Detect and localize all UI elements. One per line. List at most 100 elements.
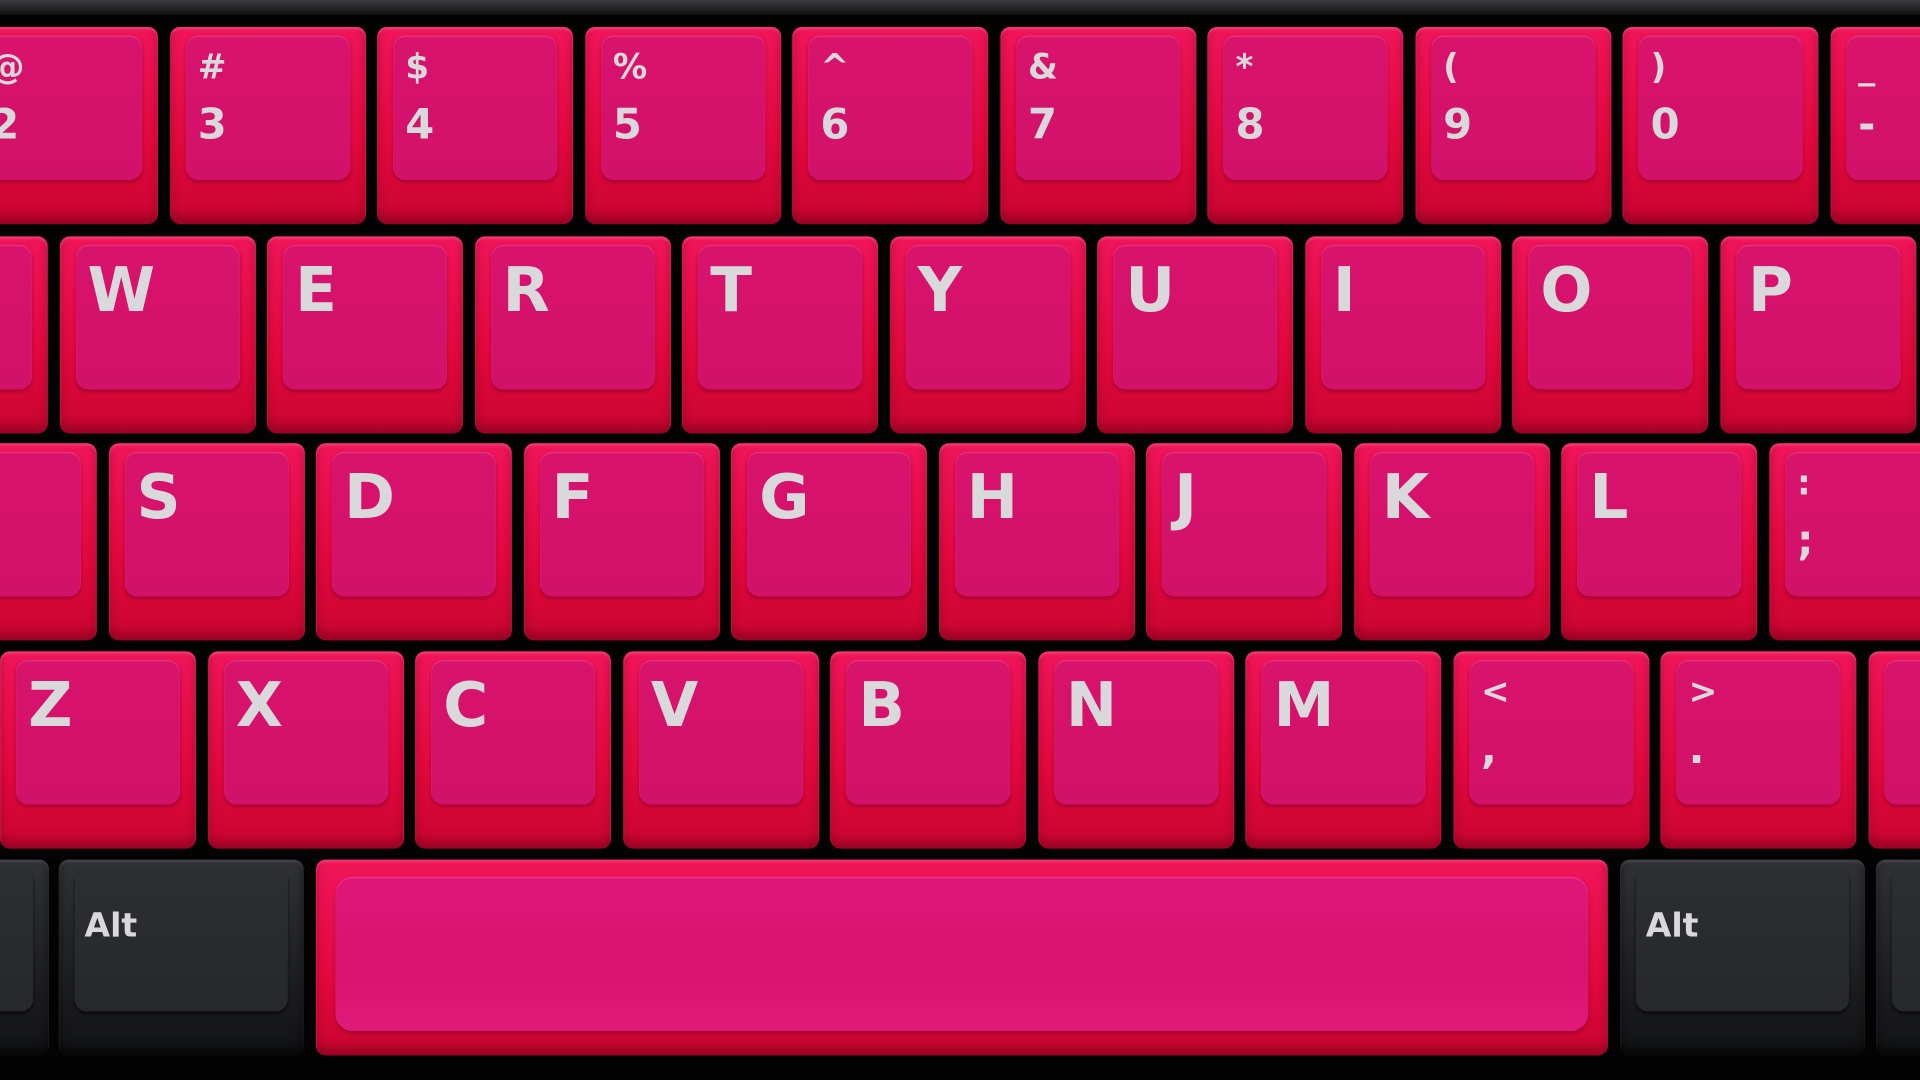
key-right-alt[interactable]: Alt xyxy=(1620,859,1865,1056)
key-legend: 2 xyxy=(0,104,19,146)
keycap-face[interactable]: O xyxy=(1528,244,1693,390)
key-v[interactable]: V xyxy=(622,651,819,849)
keycap-face[interactable]: S xyxy=(124,451,289,597)
key-f[interactable]: F xyxy=(523,443,720,641)
keycap-face[interactable]: $4 xyxy=(393,35,558,181)
keycap-face[interactable]: V xyxy=(638,660,803,805)
key-z[interactable]: Z xyxy=(0,651,196,849)
key-6[interactable]: ^ 6 xyxy=(792,26,989,225)
key-o[interactable]: O xyxy=(1512,236,1709,434)
key-2[interactable]: @2 xyxy=(0,26,158,225)
key-p[interactable]: P xyxy=(1719,236,1916,434)
keycap-face[interactable]: B xyxy=(846,660,1011,805)
key-legend: G xyxy=(759,461,810,533)
key-7[interactable]: & 7 xyxy=(999,26,1196,225)
keycap-face[interactable] xyxy=(335,876,1589,1032)
key-legend: 5 xyxy=(612,100,642,150)
keycap-face[interactable] xyxy=(1883,660,1920,805)
keycap-face[interactable]: M xyxy=(1261,660,1426,805)
keycap-face[interactable] xyxy=(1891,868,1920,1012)
key-8[interactable]: * 8 xyxy=(1207,26,1404,225)
keycap-face[interactable]: X xyxy=(223,660,388,805)
key-3[interactable]: #3 xyxy=(169,26,366,225)
key-t[interactable]: T xyxy=(682,236,878,434)
keycap-face[interactable]: & 7 xyxy=(1015,35,1180,181)
keycap-face[interactable]: ) 0 xyxy=(1638,35,1803,181)
key-legend: 6 xyxy=(820,100,850,150)
key-s[interactable]: S xyxy=(108,443,305,641)
keycap-face[interactable]: Y xyxy=(905,244,1070,390)
keycap-face[interactable]: #3 xyxy=(185,35,350,181)
key-k[interactable]: K xyxy=(1353,443,1550,641)
keycap-face[interactable]: E xyxy=(282,244,447,390)
keycap-face[interactable]: % 5 xyxy=(600,35,765,181)
keycap-face[interactable]: I xyxy=(1320,244,1485,390)
key-symbol-2-9[interactable]: :; xyxy=(1768,443,1920,641)
key-legend-shift: : xyxy=(1796,462,1811,504)
key-symbol-3-7[interactable]: <, xyxy=(1452,651,1649,849)
key-c[interactable]: C xyxy=(415,651,612,849)
key-m[interactable]: M xyxy=(1245,651,1442,849)
key-symbol-3-8[interactable]: >. xyxy=(1660,651,1857,849)
key-legend: V xyxy=(650,669,699,741)
key-4[interactable]: $4 xyxy=(377,26,574,225)
keycap-face[interactable]: C xyxy=(431,660,596,805)
keycap-face[interactable]: G xyxy=(746,451,912,597)
key-blank[interactable] xyxy=(0,236,48,434)
key-legend: , xyxy=(1481,724,1497,774)
key-9[interactable]: (9 xyxy=(1414,26,1611,225)
key-g[interactable]: G xyxy=(731,443,927,641)
key-5[interactable]: % 5 xyxy=(584,26,781,225)
keycap-face[interactable]: T xyxy=(697,244,863,390)
key-l[interactable]: L xyxy=(1561,443,1758,641)
key-n[interactable]: N xyxy=(1037,651,1234,849)
keycap-face[interactable]: R xyxy=(490,244,655,390)
key-legend-shift: * xyxy=(1235,46,1254,87)
key-y[interactable]: Y xyxy=(889,236,1086,434)
key-symbol-0-9[interactable]: _ - xyxy=(1830,26,1920,225)
key-blank[interactable] xyxy=(0,443,97,641)
keycap-face[interactable]: W xyxy=(75,244,240,390)
keycap-face[interactable]: Z xyxy=(15,660,181,805)
keycap-face[interactable]: K xyxy=(1369,451,1534,597)
key-blank[interactable] xyxy=(1867,651,1920,849)
keycap-face[interactable]: H xyxy=(954,451,1119,597)
key-j[interactable]: J xyxy=(1146,443,1343,641)
keycap-face[interactable] xyxy=(0,244,32,390)
keycap-face[interactable]: Alt xyxy=(74,868,288,1012)
key-i[interactable]: I xyxy=(1304,236,1501,434)
keycap-face[interactable]: D xyxy=(331,451,496,597)
keycap-face[interactable]: * 8 xyxy=(1223,35,1388,181)
key-d[interactable]: D xyxy=(315,443,512,641)
key-right-modifier[interactable] xyxy=(1875,859,1920,1056)
key-left-modifier[interactable] xyxy=(0,859,49,1056)
keycap-face[interactable]: Alt xyxy=(1635,868,1849,1012)
key-r[interactable]: R xyxy=(474,236,671,434)
key-x[interactable]: X xyxy=(207,651,404,849)
keycap-face[interactable]: :; xyxy=(1784,451,1920,597)
keycap-face[interactable]: @2 xyxy=(0,35,143,181)
keycap-face[interactable]: N xyxy=(1053,660,1218,805)
keycap-face[interactable]: J xyxy=(1162,451,1327,597)
keycap-face[interactable]: P xyxy=(1735,244,1900,390)
key-u[interactable]: U xyxy=(1097,236,1294,434)
keycap-face[interactable]: _ - xyxy=(1845,35,1920,181)
keycap-face[interactable]: F xyxy=(539,451,704,597)
key-left-alt[interactable]: Alt xyxy=(58,859,304,1056)
key-spacebar[interactable] xyxy=(315,859,1608,1056)
key-e[interactable]: E xyxy=(266,236,463,434)
key-legend: T xyxy=(710,254,752,326)
keycap-face[interactable]: ^ 6 xyxy=(808,35,973,181)
keycap-face[interactable]: (9 xyxy=(1430,35,1595,181)
keycap-face[interactable]: L xyxy=(1577,451,1742,597)
keycap-face[interactable]: <, xyxy=(1468,660,1633,805)
keycap-face[interactable]: >. xyxy=(1676,660,1841,805)
key-w[interactable]: W xyxy=(59,236,256,434)
keycap-face[interactable] xyxy=(0,868,34,1012)
key-h[interactable]: H xyxy=(938,443,1135,641)
key-legend: R xyxy=(502,254,550,326)
keycap-face[interactable] xyxy=(0,451,81,597)
keycap-face[interactable]: U xyxy=(1113,244,1278,390)
key-b[interactable]: B xyxy=(830,651,1027,849)
key-0[interactable]: ) 0 xyxy=(1622,26,1819,225)
